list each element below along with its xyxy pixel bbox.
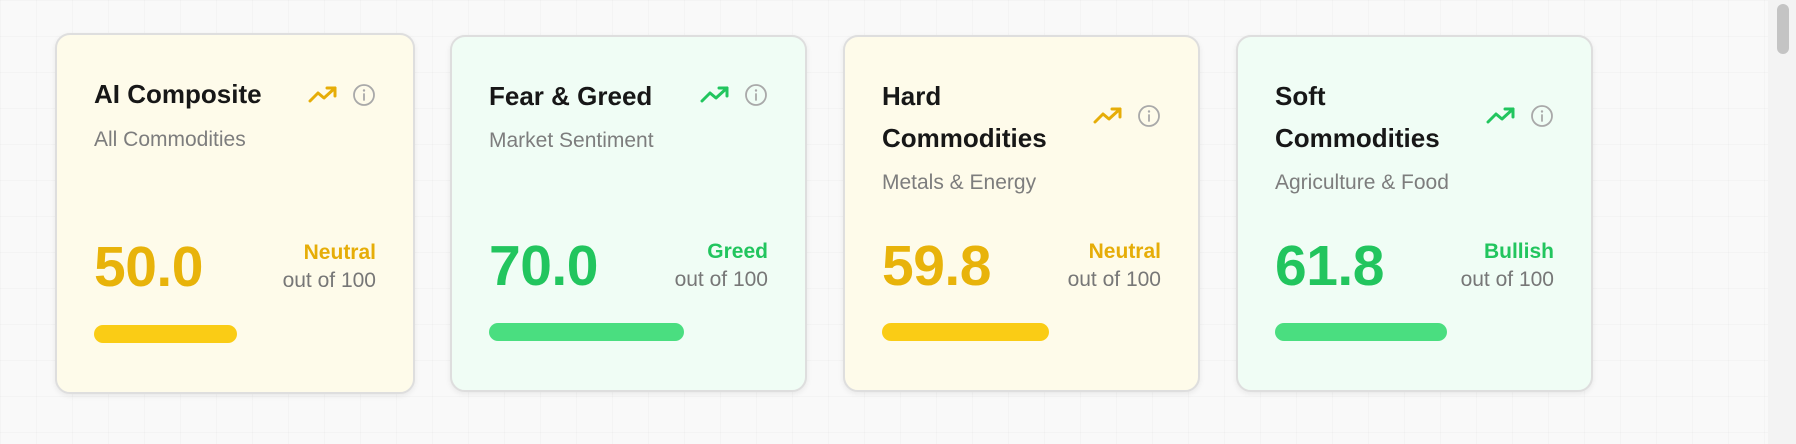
score-value: 59.8 <box>882 234 991 298</box>
score-progress-bar <box>1275 323 1448 341</box>
score-scale: out of 100 <box>1460 268 1554 291</box>
card-icons <box>700 83 768 107</box>
score-value: 70.0 <box>489 234 598 298</box>
score-side: Bullish out of 100 <box>1461 238 1554 294</box>
score-side: Neutral out of 100 <box>283 239 376 295</box>
card-icons <box>1486 104 1554 128</box>
info-icon[interactable] <box>744 83 768 107</box>
sentiment-label: Bullish <box>1483 240 1554 263</box>
card-fear-greed: Fear & Greed Market Sentiment 70.0 Greed… <box>450 35 807 392</box>
score-progress-bar <box>882 323 1049 341</box>
card-title: Soft Commodities <box>1275 81 1440 153</box>
card-subtitle: Metals & Energy <box>882 171 1037 194</box>
card-title: Hard Commodities <box>882 81 1047 153</box>
score-side: Greed out of 100 <box>675 238 768 294</box>
info-icon[interactable] <box>352 83 376 107</box>
card-ai-composite: AI Composite All Commodities 50.0 Neutra… <box>55 33 415 394</box>
score-scale: out of 100 <box>1067 268 1161 291</box>
trending-up-icon <box>700 85 730 105</box>
trending-up-icon <box>308 85 338 105</box>
score-value: 61.8 <box>1275 234 1384 298</box>
score-scale: out of 100 <box>282 269 376 292</box>
sentiment-cards-row: AI Composite All Commodities 50.0 Neutra… <box>0 0 1760 444</box>
card-title: Fear & Greed <box>489 81 653 111</box>
card-subtitle: Agriculture & Food <box>1275 171 1449 194</box>
scrollbar-thumb[interactable] <box>1777 4 1789 54</box>
score-side: Neutral out of 100 <box>1068 238 1161 294</box>
trending-up-icon <box>1093 106 1123 126</box>
score-value: 50.0 <box>94 235 203 299</box>
sentiment-label: Greed <box>707 240 768 263</box>
vertical-scrollbar[interactable] <box>1768 0 1796 444</box>
sentiment-label: Neutral <box>1088 240 1161 263</box>
card-soft-commodities: Soft Commodities Agriculture & Food 61.8… <box>1236 35 1593 392</box>
score-scale: out of 100 <box>674 268 768 291</box>
sentiment-label: Neutral <box>303 241 376 264</box>
card-icons <box>1093 104 1161 128</box>
info-icon[interactable] <box>1137 104 1161 128</box>
card-hard-commodities: Hard Commodities Metals & Energy 59.8 Ne… <box>843 35 1200 392</box>
trending-up-icon <box>1486 106 1516 126</box>
card-subtitle: Market Sentiment <box>489 129 654 152</box>
score-progress-bar <box>489 323 685 341</box>
card-icons <box>308 83 376 107</box>
card-subtitle: All Commodities <box>94 128 246 151</box>
info-icon[interactable] <box>1530 104 1554 128</box>
card-title: AI Composite <box>94 79 262 109</box>
score-progress-bar <box>94 325 237 343</box>
